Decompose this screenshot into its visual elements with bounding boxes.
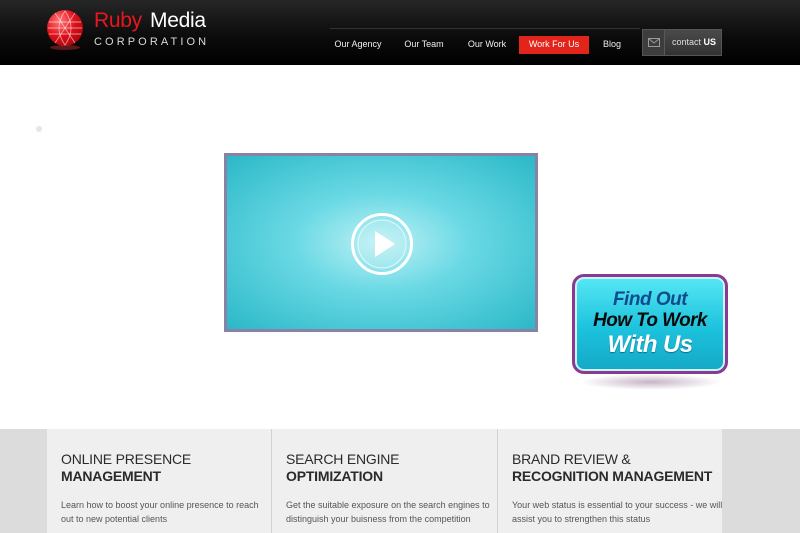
- nav-our-agency[interactable]: Our Agency: [331, 36, 385, 54]
- play-icon: [357, 219, 407, 269]
- cta-shadow: [580, 374, 722, 390]
- play-button[interactable]: [351, 213, 413, 275]
- service-card-brand-review[interactable]: BRAND REVIEW & RECOGNITION MANAGEMENT Yo…: [498, 429, 722, 533]
- nav-work-for-us[interactable]: Work For Us: [519, 36, 589, 54]
- brand-name-ruby[interactable]: Ruby: [94, 9, 142, 33]
- site-header: Ruby Media CORPORATION Our Agency Our Te…: [0, 0, 800, 65]
- nav-divider: [330, 28, 640, 29]
- service-title-line2: RECOGNITION MANAGEMENT: [512, 468, 713, 484]
- service-title-line1: BRAND REVIEW &: [512, 451, 631, 467]
- nav-blog[interactable]: Blog: [598, 36, 626, 54]
- cta-line-1: Find Out: [612, 289, 688, 310]
- decorative-dot: [36, 126, 42, 132]
- service-description: Learn how to boost your online presence …: [61, 500, 259, 524]
- service-description: Your web status is essential to your suc…: [512, 500, 723, 524]
- service-description: Get the suitable exposure on the search …: [286, 500, 490, 524]
- nav-our-work[interactable]: Our Work: [464, 36, 510, 54]
- contact-us-button[interactable]: contact US: [642, 29, 722, 56]
- service-card-seo[interactable]: SEARCH ENGINE OPTIMIZATION Get the suita…: [272, 429, 497, 533]
- brand-name-media[interactable]: Media: [150, 9, 206, 33]
- service-title-line1: SEARCH ENGINE: [286, 451, 400, 467]
- cta-line-3: With Us: [607, 331, 694, 358]
- contact-icon-box: [643, 30, 665, 55]
- nav-our-team[interactable]: Our Team: [400, 36, 448, 54]
- contact-label: contact US: [672, 37, 717, 47]
- envelope-icon: [648, 38, 660, 47]
- service-title-line2: OPTIMIZATION: [286, 468, 383, 484]
- video-player[interactable]: [224, 153, 538, 332]
- service-title-line1: ONLINE PRESENCE: [61, 451, 192, 467]
- service-title-line2: MANAGEMENT: [61, 468, 161, 484]
- find-out-cta-button[interactable]: Find Out How To Work With Us: [572, 274, 728, 374]
- service-card-online-presence[interactable]: ONLINE PRESENCE MANAGEMENT Learn how to …: [47, 429, 271, 533]
- cta-line-2: How To Work: [593, 310, 707, 331]
